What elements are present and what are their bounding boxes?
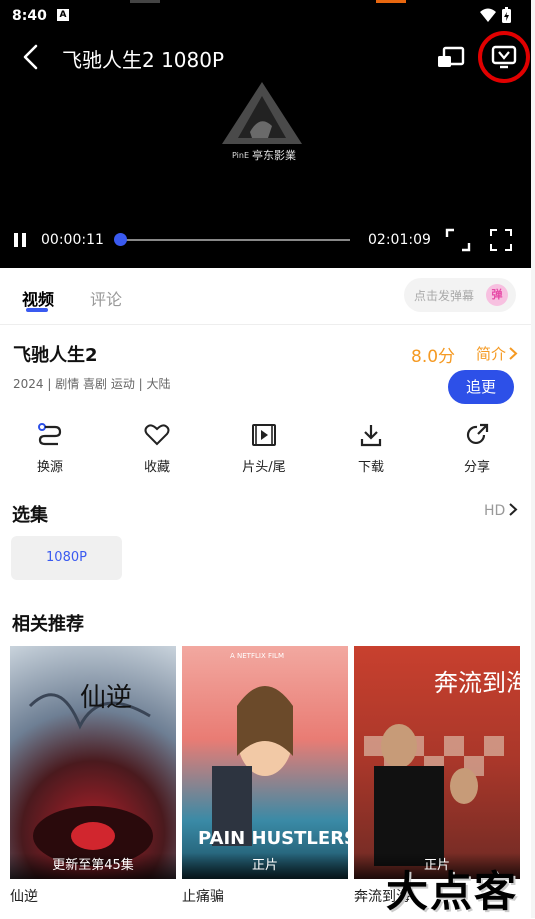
action-favorite[interactable]: 收藏 bbox=[117, 422, 197, 475]
highlight-circle bbox=[478, 31, 530, 83]
related-name-1[interactable]: 仙逆 bbox=[10, 886, 38, 906]
danmu-placeholder: 点击发弹幕 bbox=[414, 289, 475, 303]
episode-item[interactable]: 1080P bbox=[11, 536, 122, 580]
intro-label: 简介 bbox=[476, 345, 507, 363]
player-title: 飞驰人生2 1080P bbox=[62, 48, 225, 72]
scroll-edge bbox=[531, 0, 535, 918]
action-label: 分享 bbox=[463, 460, 490, 475]
battery-icon bbox=[502, 7, 511, 23]
action-share[interactable]: 分享 bbox=[437, 422, 517, 475]
related-poster-3[interactable]: 奔流到海 正片 bbox=[354, 646, 520, 879]
wifi-icon bbox=[480, 8, 496, 22]
poster-title-2: PAIN HUSTLERS bbox=[198, 828, 348, 849]
studio-logo: PinE 亭东影業 bbox=[222, 82, 302, 162]
related-poster-2[interactable]: A NETFLIX FILM PAIN HUSTLERS 正片 bbox=[182, 646, 348, 879]
fullscreen-icon[interactable] bbox=[489, 228, 513, 252]
rotate-icon[interactable] bbox=[445, 228, 471, 252]
video-player[interactable]: 8:40 A 飞驰人生2 1080P PinE 亭东影業 00:00:11 02… bbox=[0, 0, 531, 268]
poster-art: A NETFLIX FILM PAIN HUSTLERS bbox=[198, 652, 348, 849]
related-name-2[interactable]: 止痛骗 bbox=[182, 886, 224, 906]
poster-title-3: 奔流到海 bbox=[434, 669, 520, 697]
danmu-icon: 弹 bbox=[486, 284, 508, 306]
watermark-text: 大点客 bbox=[386, 867, 519, 916]
action-label: 收藏 bbox=[143, 460, 170, 475]
movie-meta: 2024 | 剧情 喜剧 运动 | 大陆 bbox=[13, 377, 171, 391]
action-skip-intro[interactable]: 片头/尾 bbox=[224, 422, 304, 475]
follow-button[interactable]: 追更 bbox=[448, 370, 514, 404]
action-switch-source[interactable]: 换源 bbox=[10, 422, 90, 475]
danmu-input[interactable]: 点击发弹幕 弹 bbox=[404, 278, 516, 312]
tab-active-indicator bbox=[26, 308, 48, 312]
chevron-right-icon bbox=[509, 503, 518, 516]
heart-icon bbox=[144, 424, 170, 446]
related-title: 相关推荐 bbox=[12, 614, 84, 635]
action-label: 下载 bbox=[357, 460, 384, 475]
tab-video[interactable]: 视频 bbox=[22, 286, 54, 310]
back-arrow-icon[interactable] bbox=[18, 42, 44, 72]
current-time: 00:00:11 bbox=[41, 232, 104, 248]
poster-art: 仙逆 bbox=[28, 683, 153, 866]
status-time: 8:40 bbox=[12, 8, 47, 24]
download-icon bbox=[360, 425, 382, 447]
poster-top-2: A NETFLIX FILM bbox=[230, 652, 284, 660]
status-right-icons bbox=[480, 7, 511, 23]
quality-link[interactable]: HD bbox=[484, 503, 518, 519]
action-label: 换源 bbox=[36, 460, 63, 475]
seek-handle[interactable] bbox=[114, 233, 127, 246]
related-poster-1[interactable]: 仙逆 更新至第45集 bbox=[10, 646, 176, 879]
tab-comment[interactable]: 评论 bbox=[90, 286, 122, 310]
skip-intro-icon bbox=[252, 424, 276, 446]
pause-icon[interactable] bbox=[12, 231, 28, 249]
poster-art: 奔流到海 bbox=[364, 669, 520, 866]
episodes-title: 选集 bbox=[12, 505, 48, 526]
poster-badge: 正片 bbox=[182, 853, 348, 879]
action-download[interactable]: 下载 bbox=[331, 422, 411, 475]
poster-title-1: 仙逆 bbox=[80, 683, 132, 713]
seek-bar[interactable] bbox=[118, 239, 350, 241]
quality-label: HD bbox=[484, 503, 506, 519]
status-indicator bbox=[130, 0, 160, 3]
total-time: 02:01:09 bbox=[368, 232, 431, 248]
switch-source-icon bbox=[38, 423, 62, 446]
logo-text: 亭东影業 bbox=[252, 148, 296, 162]
action-label: 片头/尾 bbox=[242, 460, 286, 475]
status-a-icon: A bbox=[57, 9, 69, 21]
chevron-right-icon bbox=[509, 347, 518, 360]
logo-sub: PinE bbox=[232, 151, 249, 160]
movie-score: 8.0分 bbox=[411, 347, 456, 367]
poster-badge: 更新至第45集 bbox=[10, 853, 176, 879]
intro-link[interactable]: 简介 bbox=[476, 343, 518, 364]
status-indicator-orange bbox=[376, 0, 406, 3]
movie-title: 飞驰人生2 bbox=[13, 345, 98, 366]
share-icon bbox=[466, 423, 489, 444]
action-bar: 换源 收藏 片头/尾 下载 分享 bbox=[0, 422, 531, 482]
cast-screen-icon[interactable] bbox=[436, 44, 466, 72]
